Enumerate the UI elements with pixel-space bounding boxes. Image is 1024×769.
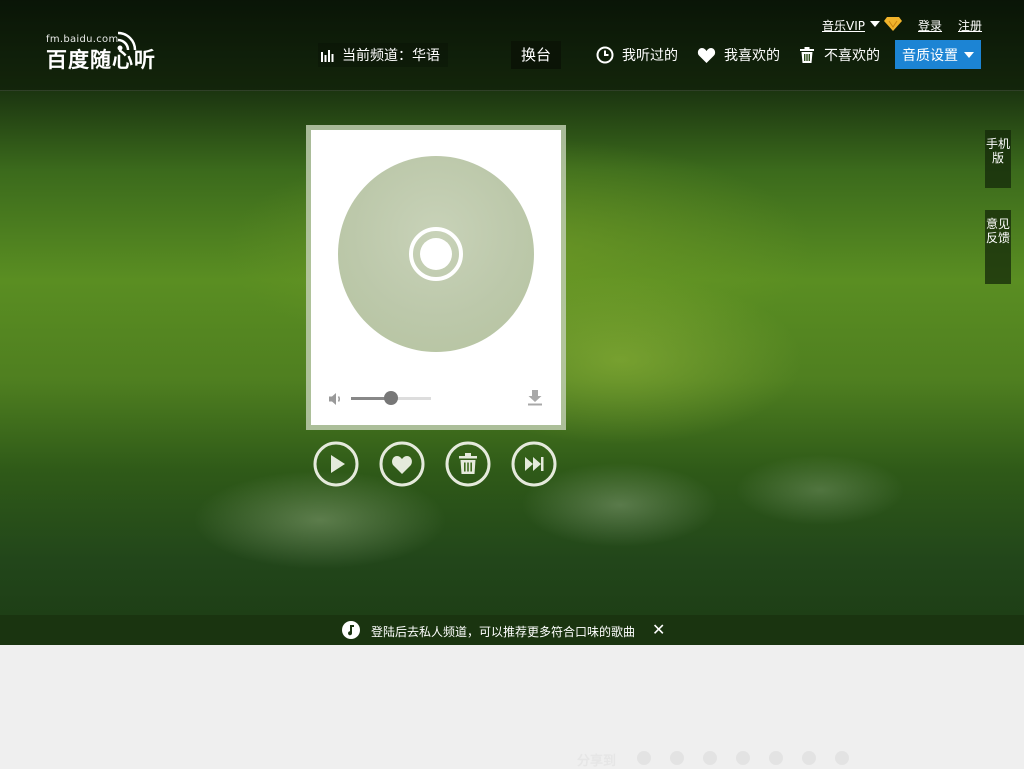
share-more-icon[interactable] [835, 751, 849, 765]
play-button[interactable] [313, 441, 359, 487]
clock-icon [596, 46, 614, 64]
equalizer-icon [321, 50, 334, 62]
register-link[interactable]: 注册 [958, 17, 982, 34]
player-card [311, 130, 561, 425]
nav-disliked-label: 不喜欢的 [824, 48, 880, 64]
signal-icon [117, 31, 137, 51]
current-channel: 当前频道： 华语 [318, 43, 448, 67]
quality-settings-button[interactable]: 音质设置 [895, 40, 981, 69]
like-button[interactable] [379, 441, 425, 487]
album-disc [338, 156, 534, 352]
next-button[interactable] [511, 441, 557, 487]
login-notice-bar: 登陆后去私人频道，可以推荐更多符合口味的歌曲 ✕ [0, 615, 1024, 645]
switch-channel-button[interactable]: 换台 [511, 41, 561, 69]
nav-history[interactable]: 我听过的 [596, 44, 678, 66]
mobile-version-tab[interactable]: 手机版 [985, 130, 1011, 188]
share-label: 分享到 [577, 754, 617, 769]
close-icon[interactable]: ✕ [652, 620, 665, 639]
volume-slider[interactable] [351, 391, 431, 405]
share-qzone-icon[interactable] [670, 751, 684, 765]
nav-favorites[interactable]: 我喜欢的 [697, 44, 780, 66]
quality-label: 音质设置 [902, 47, 958, 64]
caret-down-icon [964, 51, 974, 58]
share-weibo-icon[interactable] [637, 751, 651, 765]
trash-icon [800, 47, 814, 63]
nav-favorites-label: 我喜欢的 [724, 48, 780, 64]
dislike-trash-button[interactable] [445, 441, 491, 487]
nav-history-label: 我听过的 [622, 48, 678, 64]
header-bar: fm.baidu.com 百度随心听 当前频道： 华语 换台 我听过的 我喜欢的… [0, 0, 1024, 91]
diamond-icon [884, 17, 902, 31]
vip-caret-icon[interactable] [870, 21, 880, 27]
nav-disliked[interactable]: 不喜欢的 [798, 44, 880, 66]
feedback-tab[interactable]: 意见反馈 [985, 210, 1011, 284]
channel-prefix: 当前频道： [342, 48, 412, 64]
channel-name: 华语 [412, 48, 440, 64]
heart-icon [697, 47, 716, 63]
background-stage: fm.baidu.com 百度随心听 当前频道： 华语 换台 我听过的 我喜欢的… [0, 0, 1024, 645]
share-tencent-icon[interactable] [703, 751, 717, 765]
download-icon[interactable] [527, 389, 543, 406]
notice-text: 登陆后去私人频道，可以推荐更多符合口味的歌曲 [371, 625, 636, 639]
music-note-icon [342, 621, 360, 639]
volume-icon[interactable] [328, 392, 344, 406]
share-kaixin-icon[interactable] [802, 751, 816, 765]
vip-link[interactable]: 音乐VIP [822, 17, 865, 34]
share-douban-icon[interactable] [769, 751, 783, 765]
logo[interactable]: fm.baidu.com 百度随心听 [46, 31, 156, 74]
login-link[interactable]: 登录 [918, 17, 942, 34]
share-renren-icon[interactable] [736, 751, 750, 765]
disc-center [420, 238, 452, 270]
volume-handle[interactable] [384, 391, 398, 405]
